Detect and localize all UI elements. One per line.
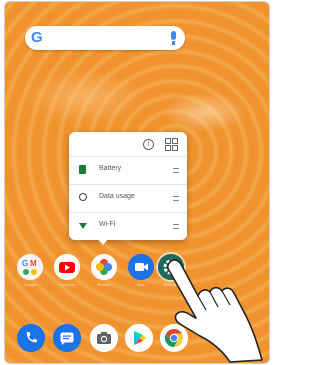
dock-messages[interactable] — [53, 324, 81, 352]
info-icon[interactable]: i — [143, 139, 154, 150]
wifi-icon — [79, 223, 87, 229]
app-youtube[interactable] — [54, 254, 80, 280]
play-store-icon — [125, 324, 153, 352]
dock-phone[interactable] — [17, 324, 45, 352]
pointing-hand-icon — [166, 259, 263, 363]
popup-pointer — [97, 238, 109, 245]
svg-text:M: M — [30, 259, 37, 268]
microphone-icon[interactable] — [171, 31, 176, 45]
shortcut-data-usage[interactable]: Data usage — [69, 184, 187, 211]
shortcut-label: Wi-Fi — [99, 221, 116, 228]
app-label-photos: Photos — [97, 282, 111, 287]
drag-handle-icon[interactable] — [173, 168, 179, 173]
shortcut-battery[interactable]: Battery — [69, 156, 187, 183]
shortcut-label: Battery — [99, 165, 122, 172]
dock-play-store[interactable] — [125, 324, 153, 352]
google-search-bar[interactable]: G — [25, 26, 185, 50]
drag-handle-icon[interactable] — [173, 196, 179, 201]
shortcut-label: Data usage — [99, 193, 135, 200]
app-google-folder[interactable]: G M — [17, 254, 43, 280]
svg-text:G: G — [22, 259, 28, 268]
app-label-youtube: YouTube — [59, 282, 75, 287]
drag-handle-icon[interactable] — [173, 224, 179, 229]
photos-icon — [91, 254, 117, 280]
battery-icon — [79, 165, 86, 174]
camera-icon — [90, 324, 118, 352]
widgets-icon[interactable] — [165, 138, 178, 151]
phone-icon — [17, 324, 45, 352]
messages-icon — [53, 324, 81, 352]
app-photos[interactable] — [91, 254, 117, 280]
app-shortcuts-popup: i Battery Data usage Wi-Fi — [69, 132, 187, 240]
youtube-icon — [54, 254, 80, 280]
popup-header: i — [69, 132, 187, 156]
google-apps-folder-icon: G M — [17, 254, 43, 280]
google-g-icon: G — [31, 29, 43, 46]
dock-camera[interactable] — [90, 324, 118, 352]
data-usage-icon — [79, 193, 87, 201]
shortcut-wifi[interactable]: Wi-Fi — [69, 212, 187, 239]
app-label-google: Google — [23, 282, 37, 287]
